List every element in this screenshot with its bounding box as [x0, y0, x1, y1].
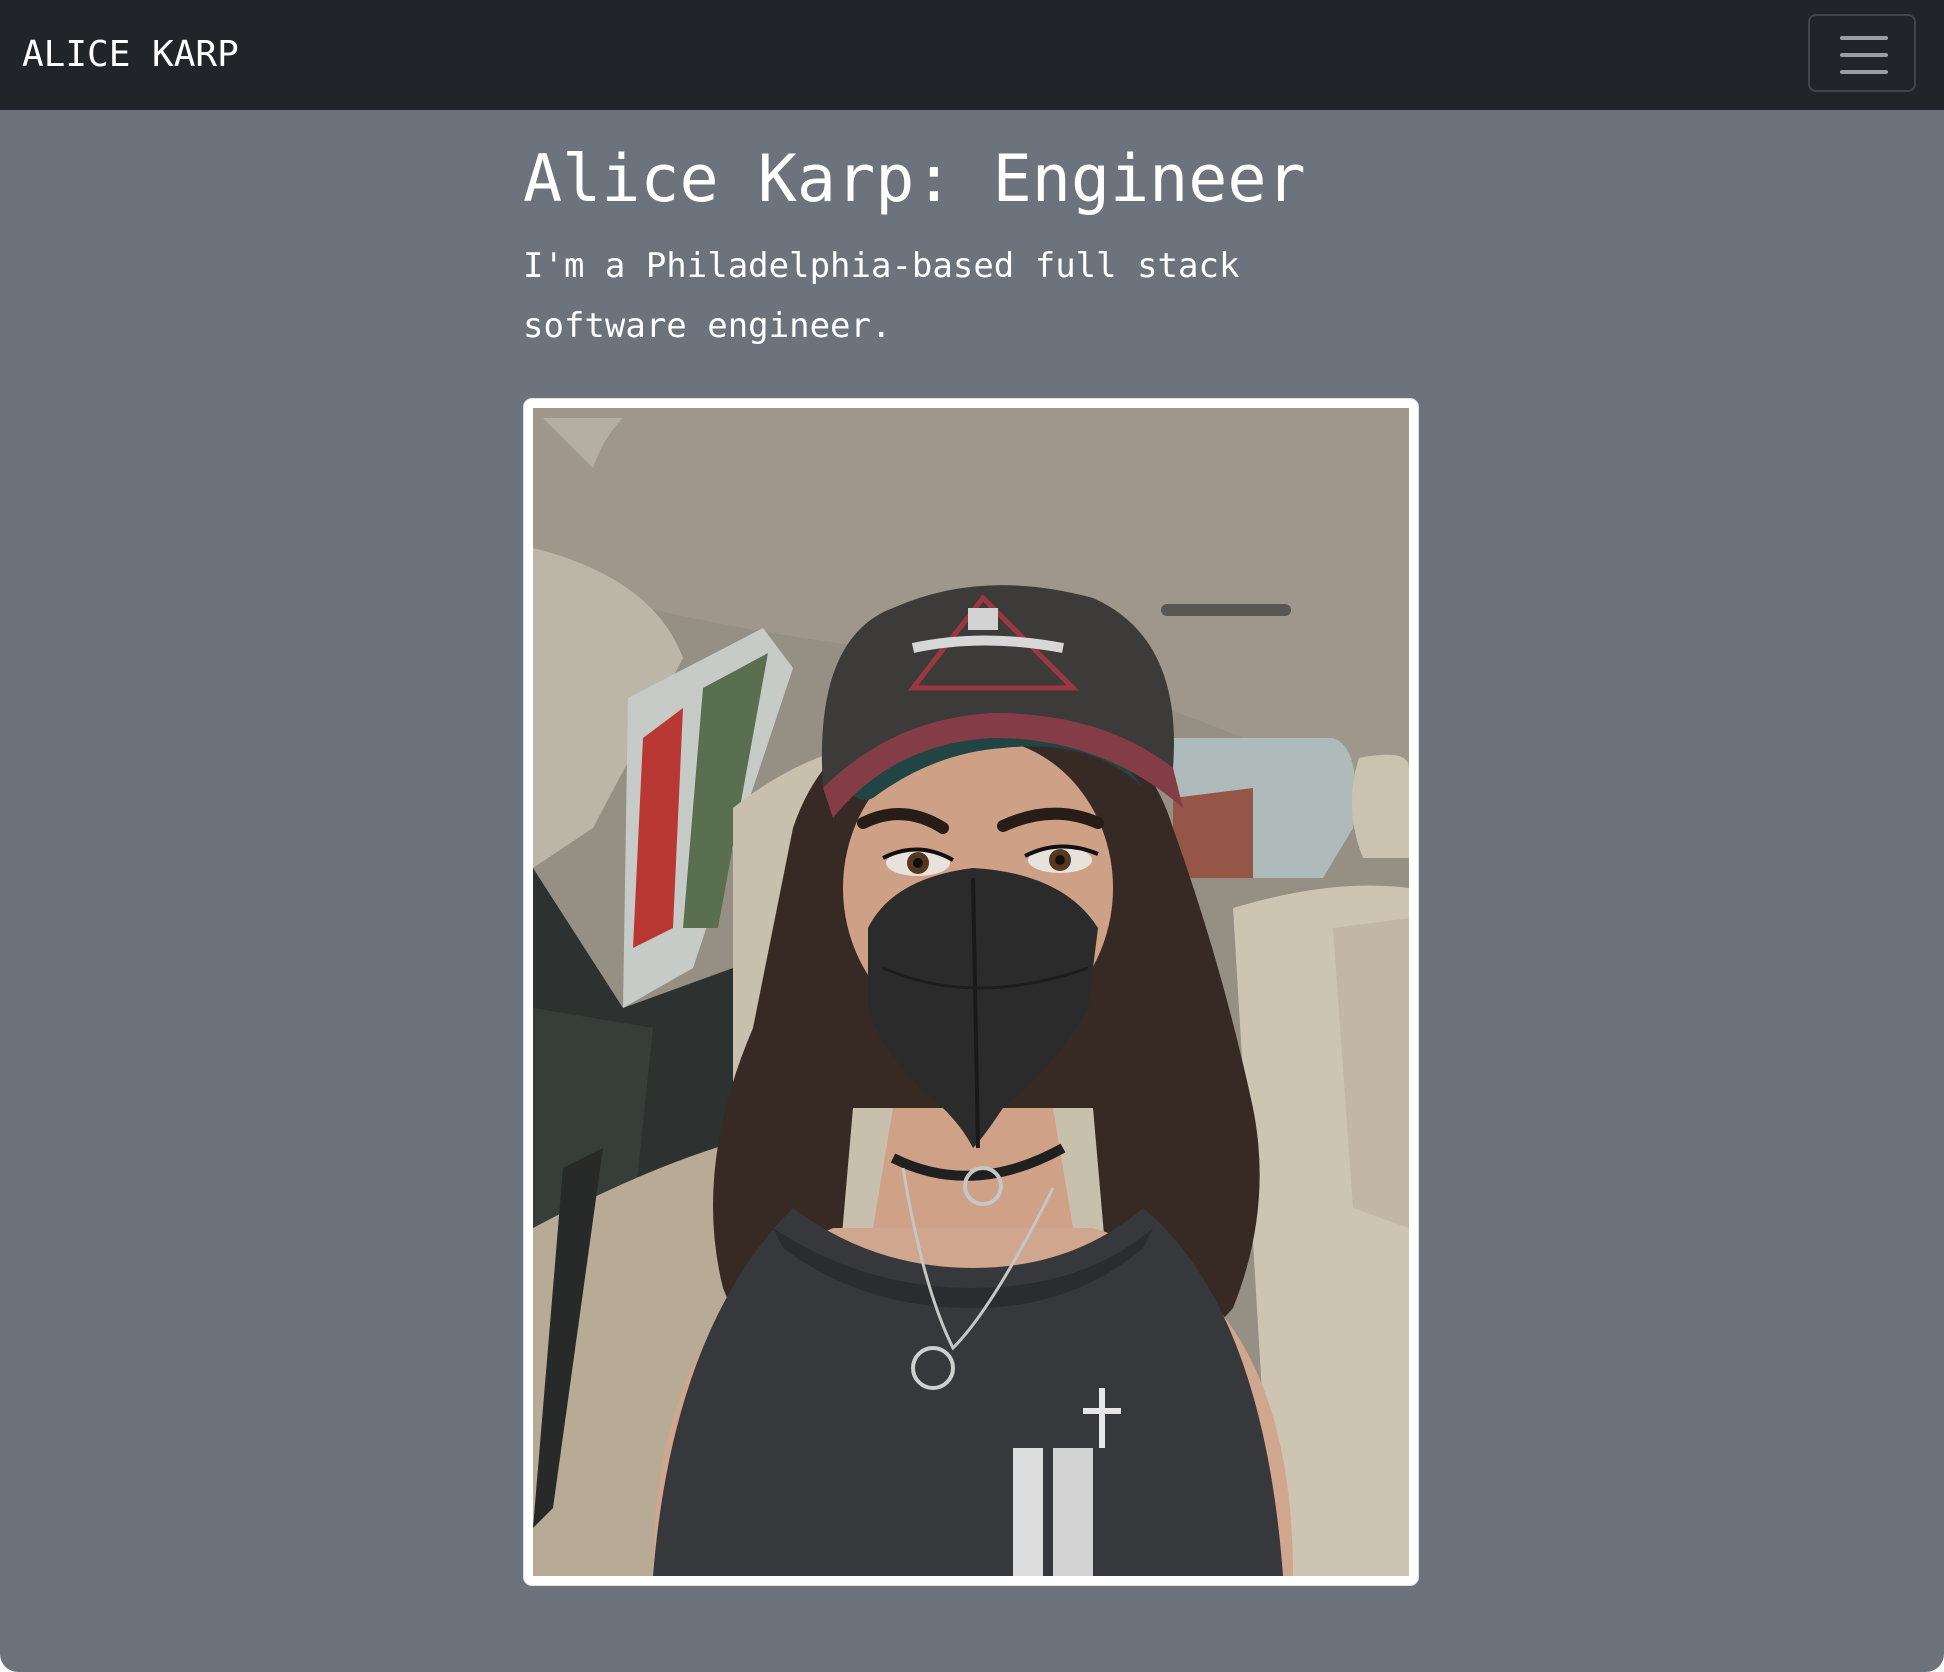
hero-section: Alice Karp: Engineer I'm a Philadelphia-… [523, 132, 1423, 356]
navbar-brand[interactable]: ALICE KARP [22, 28, 239, 82]
profile-photo [533, 408, 1409, 1576]
navbar-toggler-button[interactable] [1808, 14, 1916, 92]
navbar: ALICE KARP [0, 0, 1944, 110]
browser-viewport: ALICE KARP Alice Karp: Engineer I'm a Ph… [0, 0, 1944, 1672]
page-lead-text: I'm a Philadelphia-based full stack soft… [523, 246, 1240, 346]
profile-photo-illustration [533, 408, 1409, 1576]
profile-photo-frame [523, 398, 1419, 1586]
page-title: Alice Karp: Engineer [523, 142, 1306, 217]
hamburger-menu-icon [1840, 36, 1888, 74]
